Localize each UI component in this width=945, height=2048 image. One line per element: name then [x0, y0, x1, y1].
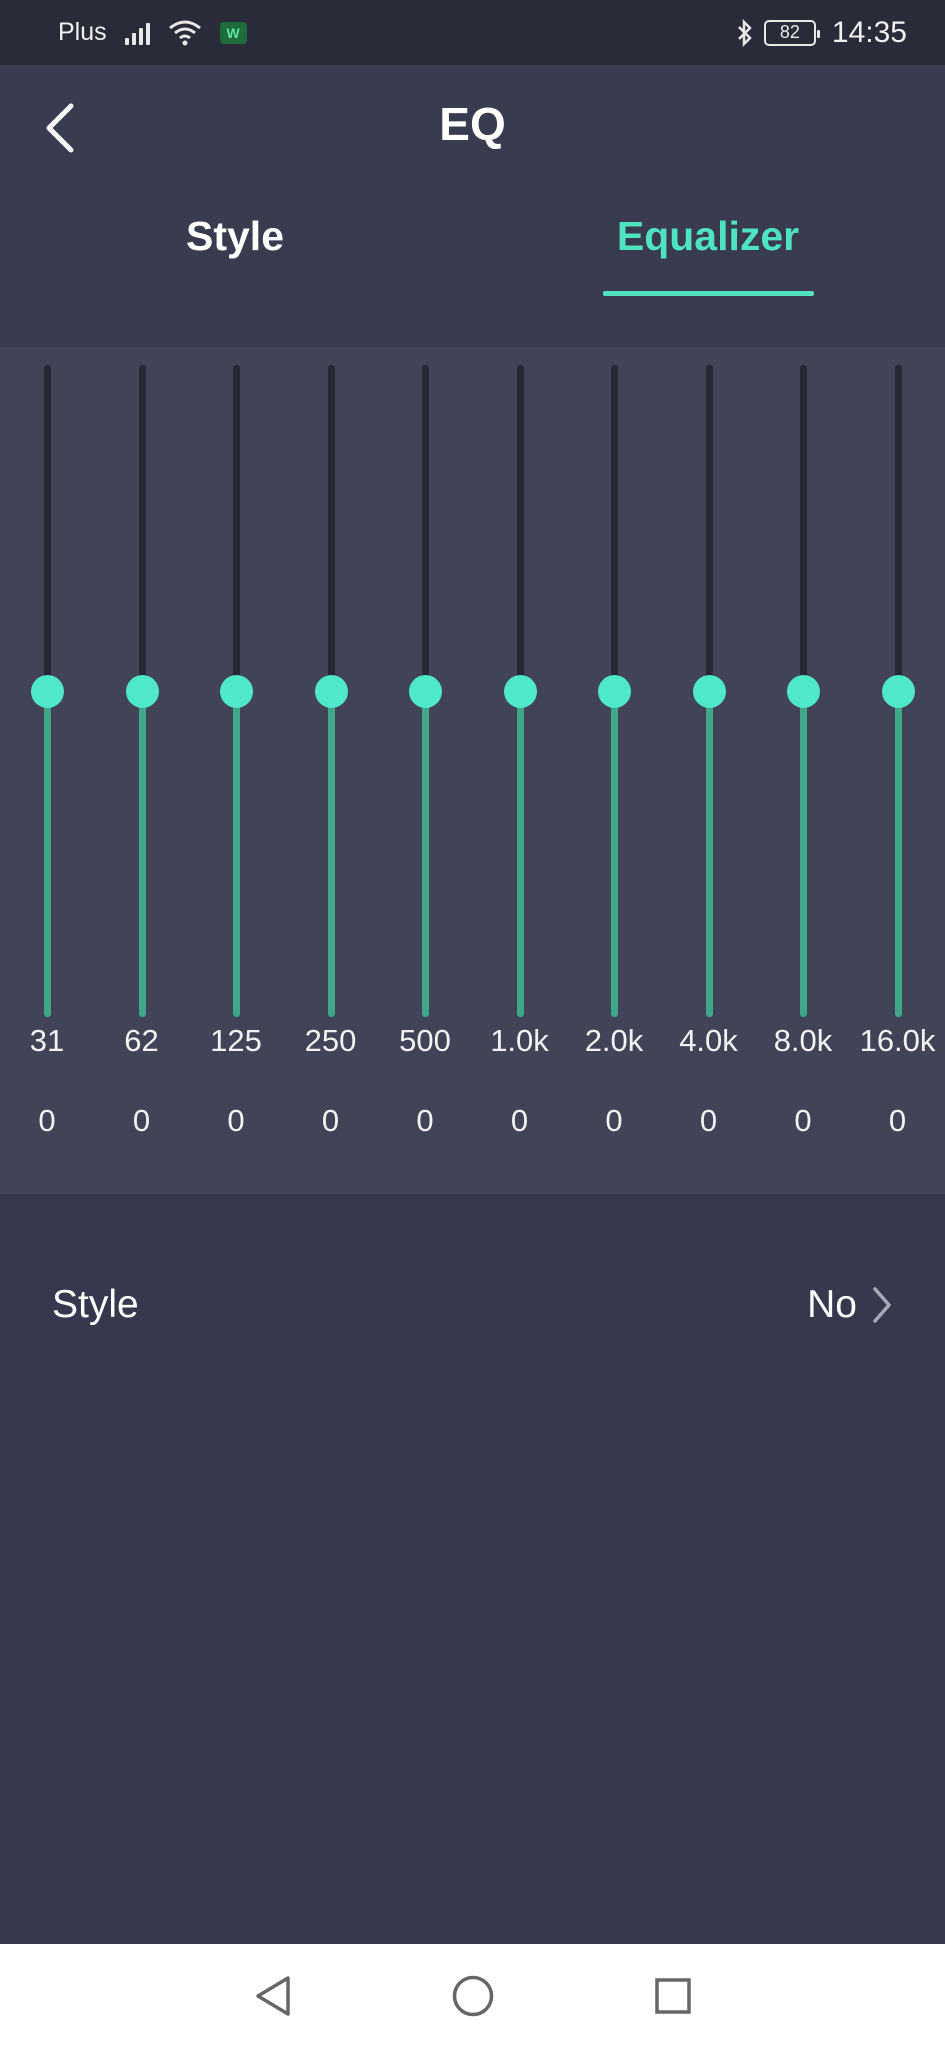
active-tab-indicator — [603, 291, 814, 296]
eq-band: 125 0 — [189, 347, 283, 1194]
carrier-label: Plus — [58, 18, 107, 46]
wifi-icon — [168, 19, 202, 47]
eq-band: 250 0 — [284, 347, 378, 1194]
eq-slider-fill — [516, 691, 524, 1017]
eq-gain-value: 0 — [605, 1103, 623, 1138]
battery-level: 82 — [779, 22, 800, 42]
eq-slider-fill — [611, 691, 618, 1017]
style-row-value: No — [807, 1283, 857, 1326]
eq-slider-fill — [138, 691, 146, 1017]
eq-gain-value: 0 — [510, 1103, 529, 1138]
eq-slider-knob[interactable] — [881, 674, 915, 708]
eq-slider-knob[interactable] — [409, 674, 442, 708]
eq-slider-knob[interactable] — [503, 674, 537, 708]
eq-slider-knob[interactable] — [125, 674, 159, 708]
eq-band: 31 0 — [0, 347, 94, 1194]
eq-band: 4.0k 0 — [662, 347, 756, 1194]
eq-slider-knob[interactable] — [31, 674, 64, 708]
eq-slider-knob[interactable] — [598, 674, 631, 708]
tab-style[interactable]: Style — [85, 213, 385, 260]
eq-gain-value: 0 — [794, 1103, 812, 1138]
eq-band: 2.0k 0 — [567, 347, 661, 1194]
eq-frequency-label: 16.0k — [859, 1023, 936, 1058]
home-circle-icon — [452, 1975, 493, 2017]
eq-gain-value: 0 — [416, 1103, 434, 1138]
nav-back-button[interactable] — [233, 1956, 313, 2036]
nav-home-button[interactable] — [433, 1956, 513, 2036]
eq-gain-value: 0 — [227, 1103, 245, 1138]
nav-recents-button[interactable] — [633, 1956, 713, 2036]
style-row-label: Style — [52, 1283, 139, 1326]
app-notification-icon: W — [219, 21, 247, 44]
style-row[interactable]: Style No — [0, 1240, 945, 1370]
page-title: EQ — [439, 98, 506, 150]
status-bar: Plus W 82 14:35 — [0, 0, 945, 65]
eq-gain-value: 0 — [888, 1103, 907, 1138]
tab-equalizer[interactable]: Equalizer — [558, 213, 858, 260]
eq-gain-value: 0 — [38, 1103, 56, 1138]
eq-slider-knob[interactable] — [787, 674, 820, 708]
eq-slider-fill — [800, 691, 807, 1017]
eq-band: 8.0k 0 — [756, 347, 850, 1194]
status-left: Plus W — [58, 18, 247, 47]
eq-slider-knob[interactable] — [314, 674, 348, 708]
eq-band: 1.0k 0 — [473, 347, 567, 1194]
eq-band: 16.0k 0 — [851, 347, 945, 1194]
signal-icon — [124, 21, 150, 45]
recents-square-icon — [654, 1978, 691, 2014]
eq-slider-fill — [44, 691, 51, 1017]
eq-gain-value: 0 — [132, 1103, 151, 1138]
equalizer-panel: 31 0 62 0 125 0 250 0 500 0 1.0k 0 2.0k 0 4.0k 0 8.0k 0 16… — [0, 347, 945, 1194]
eq-slider-fill — [705, 691, 713, 1017]
status-clock: 14:35 — [831, 15, 907, 49]
eq-band: 500 0 — [378, 347, 472, 1194]
eq-gain-value: 0 — [321, 1103, 340, 1138]
battery-icon: 82 — [763, 19, 820, 46]
status-right: 82 14:35 — [736, 16, 907, 50]
header: EQ Style Equalizer — [0, 65, 945, 347]
back-triangle-icon — [255, 1976, 290, 2016]
eq-slider-fill — [327, 691, 335, 1017]
eq-slider-fill — [233, 691, 240, 1017]
eq-slider-knob[interactable] — [220, 674, 253, 708]
chevron-right-icon — [871, 1285, 893, 1325]
eq-band: 62 0 — [95, 347, 189, 1194]
eq-slider-knob[interactable] — [692, 674, 726, 708]
system-nav-bar — [0, 1944, 945, 2048]
eq-slider-fill — [422, 691, 429, 1017]
bluetooth-icon — [736, 18, 754, 47]
eq-gain-value: 0 — [699, 1103, 718, 1138]
eq-slider-fill — [894, 691, 902, 1017]
